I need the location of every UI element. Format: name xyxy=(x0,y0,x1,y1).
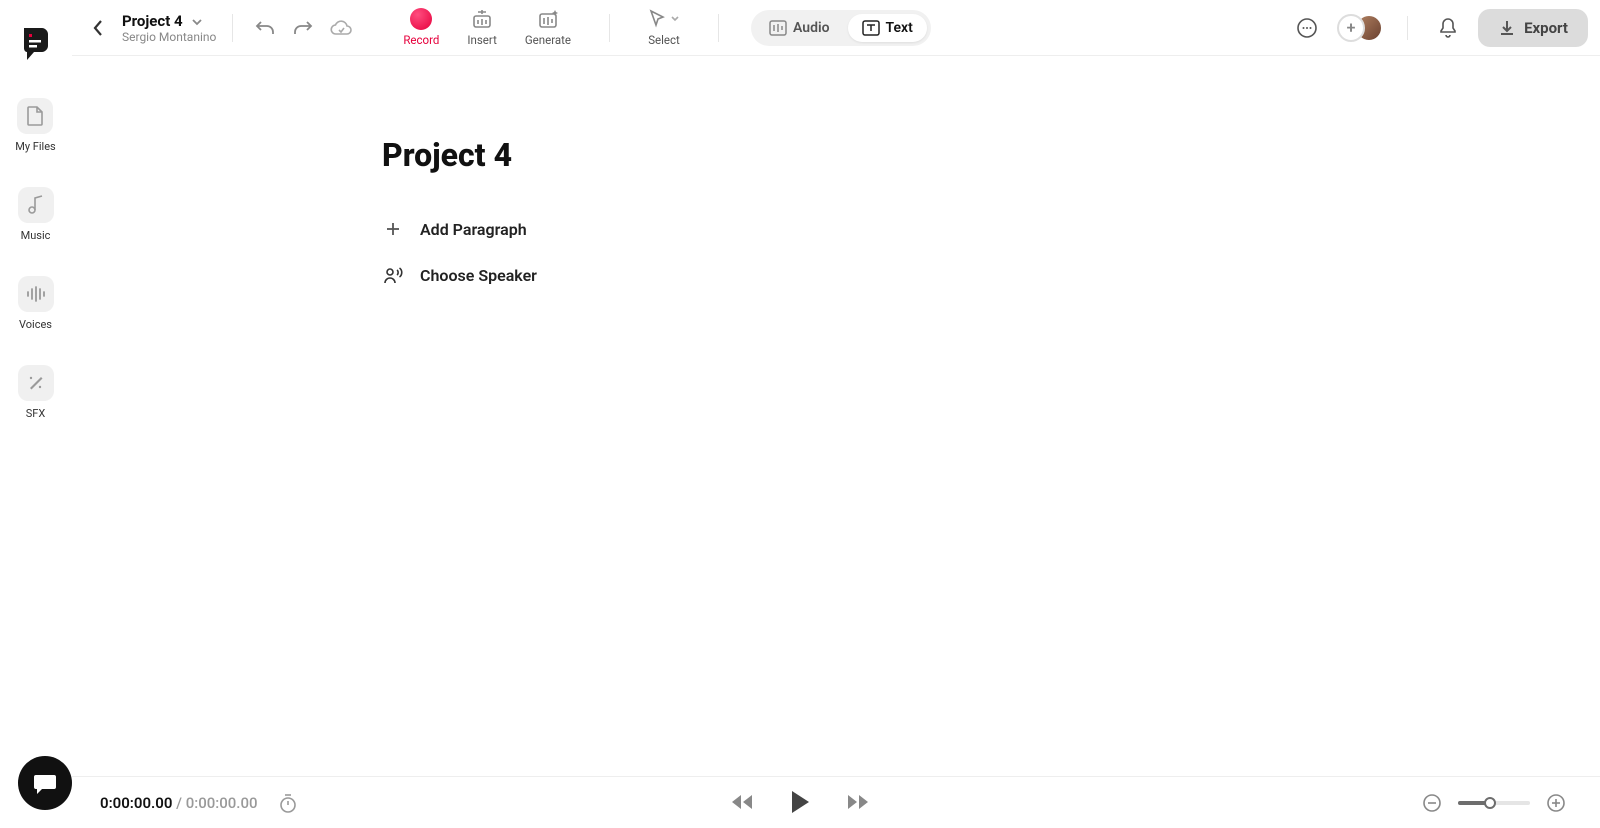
forward-button[interactable] xyxy=(844,788,872,816)
record-icon xyxy=(410,8,432,30)
chevron-down-icon xyxy=(670,15,680,23)
mode-label: Select xyxy=(648,33,680,47)
sidebar-item-label: Voices xyxy=(19,318,52,331)
choose-speaker-label: Choose Speaker xyxy=(420,266,537,285)
document-title[interactable]: Project 4 xyxy=(382,136,1600,174)
collaborators[interactable]: + xyxy=(1337,14,1383,42)
project-info: Project 4 Sergio Montanino xyxy=(122,12,216,44)
generate-mode[interactable]: Generate xyxy=(525,9,571,47)
comments-button[interactable] xyxy=(1291,12,1323,44)
help-chat-button[interactable] xyxy=(18,756,72,810)
view-toggle: Audio Text xyxy=(751,10,931,46)
project-owner: Sergio Montanino xyxy=(122,30,216,44)
playback-time: 0:00:00.00 / 0:00:00.00 xyxy=(100,794,258,812)
document-canvas: Project 4 Add Paragraph Choose Speaker xyxy=(72,56,1600,776)
file-icon xyxy=(17,98,53,134)
add-paragraph-action[interactable]: Add Paragraph xyxy=(382,218,1600,240)
divider xyxy=(718,14,719,42)
undo-button[interactable] xyxy=(249,12,281,44)
sparkle-icon xyxy=(18,365,54,401)
insert-icon xyxy=(471,9,493,29)
divider xyxy=(232,14,233,42)
view-audio-button[interactable]: Audio xyxy=(755,14,844,42)
view-text-label: Text xyxy=(886,20,913,36)
project-title: Project 4 xyxy=(122,12,183,30)
timer-button[interactable] xyxy=(272,787,304,819)
zoom-slider[interactable] xyxy=(1458,801,1530,805)
insert-mode[interactable]: Insert xyxy=(467,9,496,47)
header-right: + Export xyxy=(1291,9,1588,47)
mode-group: Record Insert Generate xyxy=(403,9,729,47)
mode-label: Record xyxy=(403,33,439,47)
top-toolbar: Project 4 Sergio Montanino Record xyxy=(72,0,1600,56)
divider xyxy=(1407,16,1408,40)
time-duration: 0:00:00.00 xyxy=(186,794,258,812)
plus-icon xyxy=(382,218,404,240)
view-text-button[interactable]: Text xyxy=(848,14,927,42)
view-audio-label: Audio xyxy=(793,20,830,36)
waveform-icon xyxy=(18,276,54,312)
audio-track-icon xyxy=(769,20,787,36)
select-mode[interactable]: Select xyxy=(648,9,680,47)
notifications-button[interactable] xyxy=(1432,12,1464,44)
text-block-icon xyxy=(862,20,880,36)
sidebar-item-label: SFX xyxy=(26,407,46,420)
divider xyxy=(609,14,610,42)
cloud-save-icon[interactable] xyxy=(325,12,357,44)
sidebar: My Files Music Voices SFX xyxy=(0,0,72,828)
download-icon xyxy=(1498,19,1516,37)
rewind-button[interactable] xyxy=(728,788,756,816)
sidebar-item-label: My Files xyxy=(15,140,55,153)
generate-icon xyxy=(537,9,559,29)
mode-label: Insert xyxy=(467,33,496,47)
back-button[interactable] xyxy=(84,14,112,42)
choose-speaker-action[interactable]: Choose Speaker xyxy=(382,264,1600,286)
sidebar-item-my-files[interactable]: My Files xyxy=(15,98,55,153)
sidebar-item-voices[interactable]: Voices xyxy=(18,276,54,331)
transport-controls xyxy=(728,786,872,818)
record-mode[interactable]: Record xyxy=(403,9,439,47)
sidebar-item-music[interactable]: Music xyxy=(18,187,54,242)
app-logo[interactable] xyxy=(18,24,54,64)
sidebar-item-label: Music xyxy=(21,229,51,242)
time-current: 0:00:00.00 xyxy=(100,794,172,812)
speaker-person-icon xyxy=(382,264,404,286)
cursor-icon xyxy=(648,9,666,29)
zoom-in-button[interactable] xyxy=(1540,787,1572,819)
zoom-out-button[interactable] xyxy=(1416,787,1448,819)
add-collaborator-button[interactable]: + xyxy=(1337,14,1365,42)
project-menu-caret[interactable] xyxy=(191,12,203,30)
mode-label: Generate xyxy=(525,33,571,47)
zoom-control xyxy=(1416,787,1572,819)
redo-button[interactable] xyxy=(287,12,319,44)
play-button[interactable] xyxy=(784,786,816,818)
add-paragraph-label: Add Paragraph xyxy=(420,220,527,239)
export-label: Export xyxy=(1524,19,1568,37)
export-button[interactable]: Export xyxy=(1478,9,1588,47)
sidebar-item-sfx[interactable]: SFX xyxy=(18,365,54,420)
music-note-icon xyxy=(18,187,54,223)
chat-icon xyxy=(32,771,58,795)
